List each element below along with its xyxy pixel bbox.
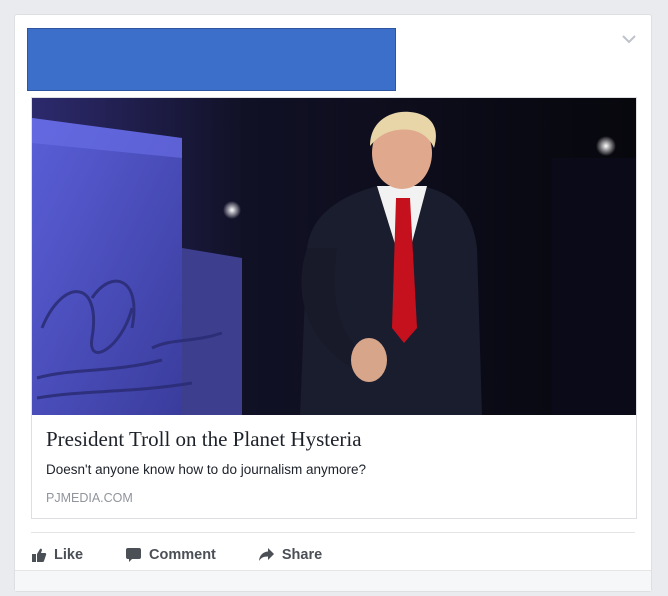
link-preview[interactable]: President Troll on the Planet Hysteria D… <box>31 97 637 519</box>
actions-divider <box>31 532 635 533</box>
thumbs-up-icon <box>32 548 47 562</box>
share-arrow-icon <box>258 548 274 561</box>
like-button[interactable]: Like <box>31 547 83 563</box>
redacted-author-header <box>27 28 396 91</box>
link-domain: PJMEDIA.COM <box>46 491 133 505</box>
comment-label: Comment <box>149 547 216 563</box>
chevron-down-icon[interactable] <box>621 33 637 45</box>
share-label: Share <box>281 547 323 563</box>
post-card: President Troll on the Planet Hysteria D… <box>14 14 652 592</box>
comment-button[interactable]: Comment <box>125 547 216 563</box>
like-label: Like <box>54 547 84 563</box>
share-button[interactable]: Share <box>258 547 322 563</box>
link-description: Doesn't anyone know how to do journalism… <box>46 462 367 477</box>
comment-icon <box>126 548 142 562</box>
comments-section <box>15 570 651 591</box>
link-preview-image[interactable] <box>32 98 636 415</box>
link-title[interactable]: President Troll on the Planet Hysteria <box>46 427 362 452</box>
post-actions-bar: Like Comment Share <box>31 542 364 568</box>
